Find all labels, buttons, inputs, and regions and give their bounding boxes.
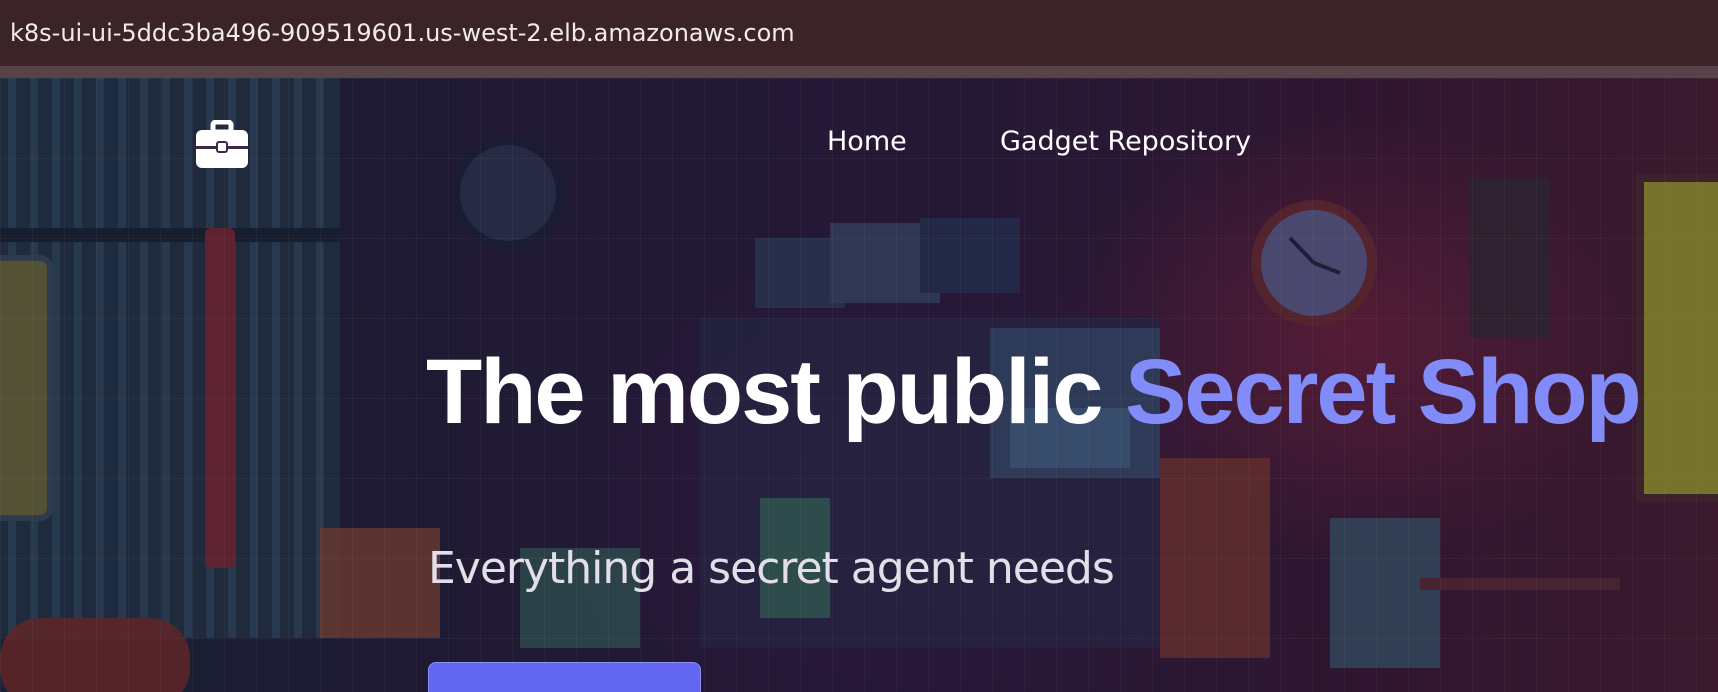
hero-section: Home Gadget Repository The most public S… (0, 78, 1718, 692)
headline-plain: The most public (426, 341, 1125, 443)
address-bar-divider (0, 66, 1718, 78)
cta-button[interactable] (428, 662, 701, 692)
address-bar-url[interactable]: k8s-ui-ui-5ddc3ba496-909519601.us-west-2… (0, 0, 1718, 66)
hero-subheadline: Everything a secret agent needs (428, 543, 1115, 594)
hero-headline: The most public Secret Shop (426, 340, 1642, 445)
nav-link-gadget-repository[interactable]: Gadget Repository (1000, 126, 1251, 157)
nav-link-home[interactable]: Home (827, 126, 907, 157)
briefcase-icon[interactable] (196, 120, 248, 168)
headline-accent: Secret Shop (1124, 341, 1642, 443)
